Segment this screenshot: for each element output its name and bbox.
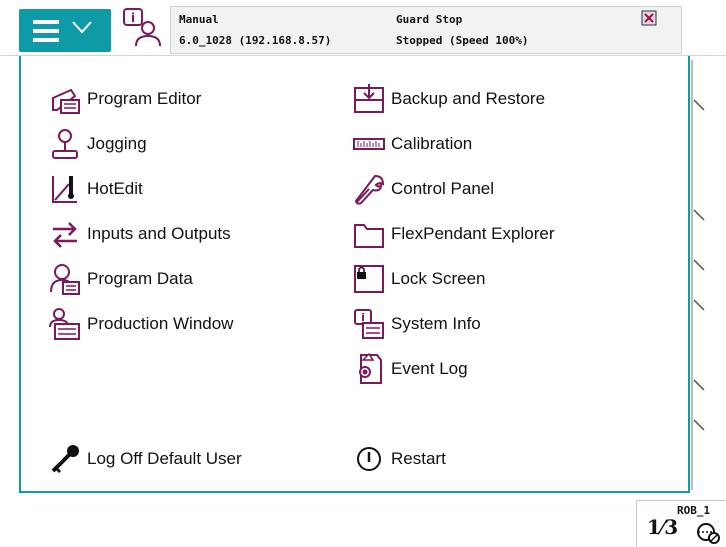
menu-item-label: Control Panel <box>391 179 495 198</box>
controller-name: 6.0_1028 (192.168.8.57) <box>179 34 332 47</box>
menu-item-calibration[interactable]: Calibration <box>351 127 472 161</box>
menu-item-label: HotEdit <box>87 179 143 198</box>
menu-item-lock-screen[interactable]: Lock Screen <box>351 262 486 296</box>
menu-item-label: Calibration <box>391 134 473 153</box>
log-off-button[interactable]: Log Off Default User <box>47 442 242 476</box>
production-window-icon <box>49 308 80 340</box>
svg-text:i: i <box>131 11 135 25</box>
joystick-icon <box>52 129 78 159</box>
menu-item-jogging[interactable]: Jogging <box>47 127 147 161</box>
menu-item-label: Program Data <box>87 269 193 288</box>
menu-item-event-log[interactable]: Event Log <box>351 352 468 386</box>
ruler-icon <box>353 138 385 150</box>
program-editor-icon <box>52 88 80 114</box>
restart-button[interactable]: Restart <box>351 442 446 476</box>
program-data-icon <box>50 264 80 295</box>
key-icon <box>51 445 79 474</box>
menu-item-label: Production Window <box>87 314 234 333</box>
menu-item-system-info[interactable]: i System Info <box>351 307 481 341</box>
robot-name: ROB_1 <box>677 504 711 517</box>
quickset-button[interactable]: ROB_1 1⁄3 <box>636 500 726 547</box>
main-menu-panel: Program Editor Jogging HotEdit Inputs an… <box>19 56 690 493</box>
menu-item-label: Backup and Restore <box>391 89 546 108</box>
menu-item-label: Inputs and Outputs <box>87 224 231 243</box>
menu-item-label: FlexPendant Explorer <box>391 224 555 243</box>
log-off-label: Log Off Default User <box>87 449 242 468</box>
guard-status: Guard Stop <box>396 13 463 26</box>
hamburger-icon <box>33 20 59 42</box>
power-icon <box>357 447 381 471</box>
menu-item-label: Lock Screen <box>391 269 486 288</box>
menu-item-backup-restore[interactable]: Backup and Restore <box>351 82 545 116</box>
wrench-icon <box>354 174 385 205</box>
backup-icon <box>354 84 384 113</box>
lock-screen-icon <box>354 265 384 293</box>
chevron-down-icon <box>72 21 92 34</box>
run-state: Stopped (Speed 100%) <box>396 34 529 47</box>
coordinate-system-icon <box>697 523 720 544</box>
close-icon[interactable] <box>641 10 657 26</box>
menu-item-production-window[interactable]: Production Window <box>47 307 233 341</box>
background-window <box>690 60 726 490</box>
folder-icon <box>354 224 384 248</box>
main-menu-button[interactable] <box>19 9 111 52</box>
top-status-bar: i Manual 6.0_1028 (192.168.8.57) Guard S… <box>0 0 726 56</box>
hotedit-icon <box>52 176 77 203</box>
menu-item-label: Program Editor <box>87 89 202 108</box>
menu-item-inputs-outputs[interactable]: Inputs and Outputs <box>47 217 231 251</box>
operating-mode: Manual <box>179 13 219 26</box>
menu-item-label: System Info <box>391 314 481 333</box>
task-fraction: 1⁄3 <box>647 515 679 539</box>
restart-label: Restart <box>391 449 446 468</box>
event-log-icon <box>359 352 382 384</box>
menu-item-label: Event Log <box>391 359 468 378</box>
status-panel[interactable]: Manual 6.0_1028 (192.168.8.57) Guard Sto… <box>170 6 682 54</box>
menu-item-flexpendant-explorer[interactable]: FlexPendant Explorer <box>351 217 554 251</box>
menu-item-label: Jogging <box>87 134 147 153</box>
menu-item-program-data[interactable]: Program Data <box>47 262 193 296</box>
menu-item-program-editor[interactable]: Program Editor <box>47 82 201 116</box>
menu-item-hotedit[interactable]: HotEdit <box>47 172 143 206</box>
system-info-icon: i <box>354 309 384 339</box>
arrows-io-icon <box>53 222 77 248</box>
menu-item-control-panel[interactable]: Control Panel <box>351 172 494 206</box>
user-info-icon[interactable]: i <box>120 6 162 48</box>
